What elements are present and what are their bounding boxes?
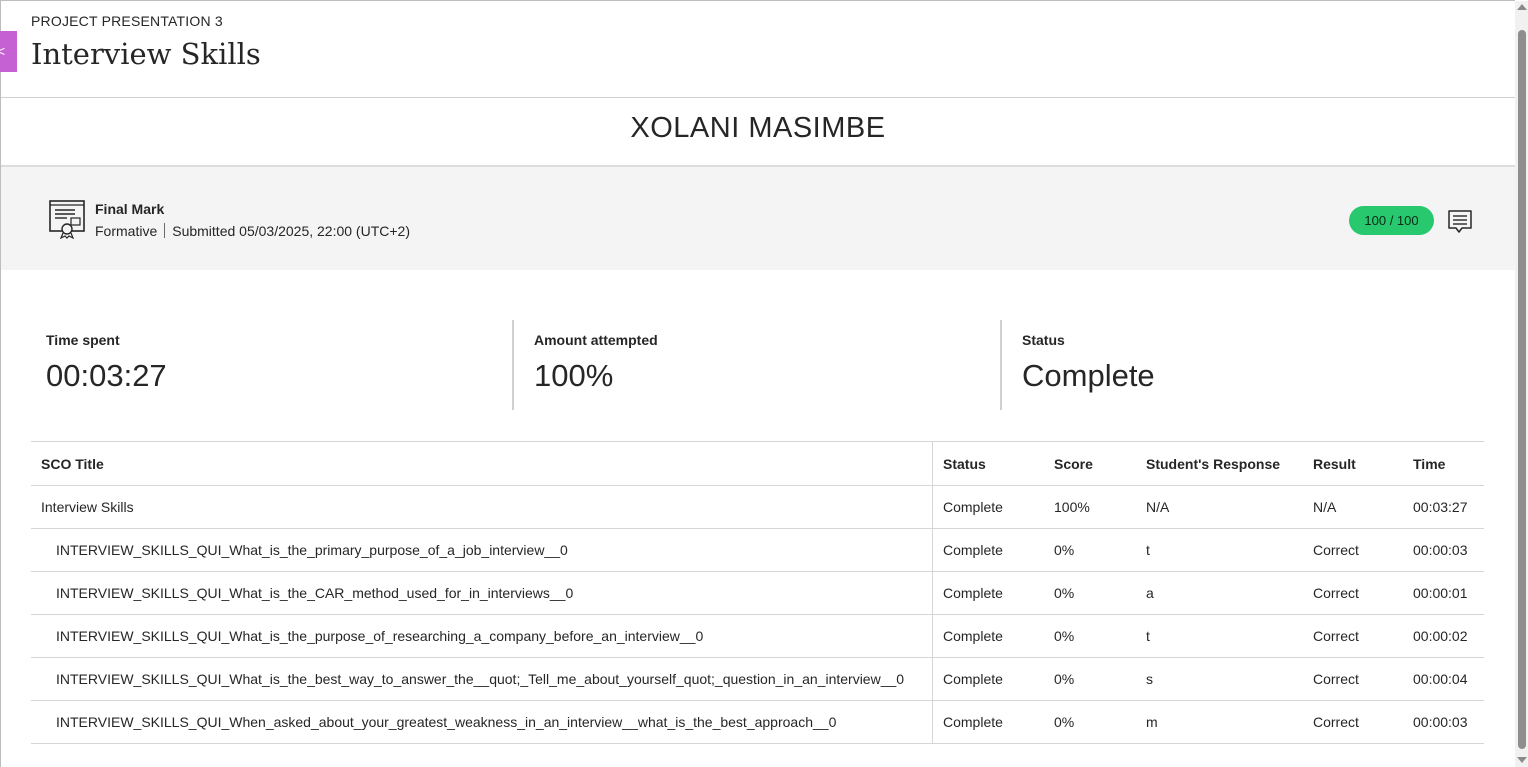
response-cell: a	[1136, 571, 1303, 615]
time-cell: 00:00:03	[1403, 528, 1484, 572]
response-cell: s	[1136, 657, 1303, 701]
table-row: INTERVIEW_SKILLS_QUI_When_asked_about_yo…	[31, 700, 1484, 744]
response-cell: t	[1136, 528, 1303, 572]
final-mark-subtitle: Formative Submitted 05/03/2025, 22:00 (UT…	[95, 223, 410, 239]
final-mark-panel: Final Mark Formative Submitted 05/03/2025…	[1, 167, 1515, 270]
feedback-comment-icon[interactable]	[1447, 209, 1473, 235]
result-cell: Correct	[1303, 614, 1403, 658]
table-row: INTERVIEW_SKILLS_QUI_What_is_the_CAR_met…	[31, 571, 1484, 615]
time-cell: 00:00:02	[1403, 614, 1484, 658]
score-cell: 100%	[1044, 485, 1136, 529]
stat-label: Time spent	[46, 332, 120, 348]
grade-pill[interactable]: 100 / 100	[1349, 206, 1434, 235]
sco-title-cell: INTERVIEW_SKILLS_QUI_What_is_the_CAR_met…	[31, 571, 933, 615]
scroll-down-arrow-icon[interactable]	[1517, 757, 1527, 763]
student-name: XOLANI MASIMBE	[630, 112, 886, 144]
response-cell: t	[1136, 614, 1303, 658]
stat-label: Status	[1022, 332, 1065, 348]
certificate-icon	[49, 200, 85, 239]
sco-results-table: SCO Title Status Score Student's Respons…	[31, 441, 1484, 744]
column-header-sco-title[interactable]: SCO Title	[31, 441, 933, 486]
table-row: INTERVIEW_SKILLS_QUI_What_is_the_primary…	[31, 528, 1484, 572]
response-cell: m	[1136, 700, 1303, 744]
sco-title-cell: INTERVIEW_SKILLS_QUI_When_asked_about_yo…	[31, 700, 933, 744]
status-cell: Complete	[932, 485, 1044, 529]
status-cell: Complete	[932, 614, 1044, 658]
time-cell: 00:03:27	[1403, 485, 1484, 529]
status-cell: Complete	[932, 657, 1044, 701]
table-row: INTERVIEW_SKILLS_QUI_What_is_the_purpose…	[31, 614, 1484, 658]
stat-label: Amount attempted	[534, 332, 658, 348]
status-cell: Complete	[932, 571, 1044, 615]
course-item-eyebrow: PROJECT PRESENTATION 3	[31, 13, 223, 29]
final-mark-title: Final Mark	[95, 201, 165, 217]
sco-title-cell: INTERVIEW_SKILLS_QUI_What_is_the_purpose…	[31, 614, 933, 658]
score-cell: 0%	[1044, 528, 1136, 572]
result-cell: N/A	[1303, 485, 1403, 529]
result-cell: Correct	[1303, 700, 1403, 744]
page-header: PROJECT PRESENTATION 3 Interview Skills	[1, 1, 1515, 97]
status-cell: Complete	[932, 528, 1044, 572]
assessment-type: Formative	[95, 223, 158, 239]
column-header-response[interactable]: Student's Response	[1136, 441, 1303, 486]
score-cell: 0%	[1044, 571, 1136, 615]
result-cell: Correct	[1303, 571, 1403, 615]
stat-value: 00:03:27	[46, 358, 167, 393]
submission-date: Submitted 05/03/2025, 22:00 (UTC+2)	[172, 223, 410, 239]
column-header-score[interactable]: Score	[1044, 441, 1136, 486]
time-cell: 00:00:03	[1403, 700, 1484, 744]
column-header-result[interactable]: Result	[1303, 441, 1403, 486]
scrollbar-thumb[interactable]	[1518, 30, 1526, 749]
time-cell: 00:00:04	[1403, 657, 1484, 701]
table-row: INTERVIEW_SKILLS_QUI_What_is_the_best_wa…	[31, 657, 1484, 701]
stat-divider	[512, 320, 514, 410]
score-cell: 0%	[1044, 657, 1136, 701]
header-divider	[1, 97, 1515, 98]
stat-amount-attempted: Amount attempted 100%	[534, 320, 974, 410]
stat-divider	[1000, 320, 1002, 410]
response-cell: N/A	[1136, 485, 1303, 529]
result-cell: Correct	[1303, 528, 1403, 572]
table-header-row: SCO Title Status Score Student's Respons…	[31, 441, 1484, 486]
score-cell: 0%	[1044, 700, 1136, 744]
stat-value: Complete	[1022, 358, 1155, 393]
column-header-status[interactable]: Status	[932, 441, 1044, 486]
separator	[164, 223, 166, 238]
sco-title-cell: INTERVIEW_SKILLS_QUI_What_is_the_primary…	[31, 528, 933, 572]
stat-value: 100%	[534, 358, 614, 393]
table-row: Interview Skills Complete 100% N/A N/A 0…	[31, 485, 1484, 529]
sco-title-cell: Interview Skills	[31, 485, 933, 529]
stat-status: Status Complete	[1022, 320, 1462, 410]
stat-time-spent: Time spent 00:03:27	[46, 320, 486, 410]
column-header-time[interactable]: Time	[1403, 441, 1484, 486]
time-cell: 00:00:01	[1403, 571, 1484, 615]
sco-title-cell: INTERVIEW_SKILLS_QUI_What_is_the_best_wa…	[31, 657, 933, 701]
scroll-up-arrow-icon[interactable]	[1517, 4, 1527, 10]
score-cell: 0%	[1044, 614, 1136, 658]
result-cell: Correct	[1303, 657, 1403, 701]
page-title: Interview Skills	[31, 37, 261, 71]
status-cell: Complete	[932, 700, 1044, 744]
